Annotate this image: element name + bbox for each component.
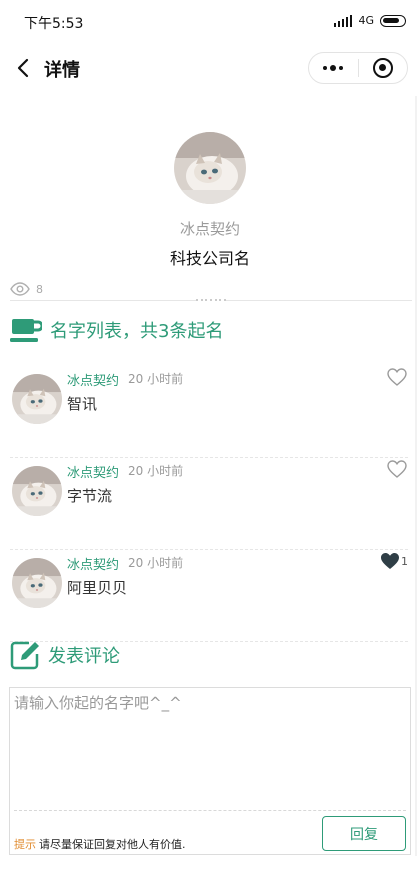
network-type: 4G — [358, 14, 374, 27]
status-indicators: 4G — [334, 14, 406, 27]
like-button[interactable] — [387, 368, 408, 386]
page-title: 详情 — [44, 60, 80, 81]
comment-divider — [14, 810, 406, 811]
heart-icon — [387, 460, 407, 478]
nav-bar: 详情 — [0, 44, 420, 94]
item-name: 字节流 — [67, 487, 113, 505]
close-mini-program-button[interactable] — [359, 53, 408, 83]
views-count: 8 — [36, 282, 43, 296]
heart-icon — [387, 368, 407, 386]
like-button[interactable] — [387, 460, 408, 478]
like-count: 1 — [401, 554, 408, 568]
eye-icon — [10, 282, 30, 296]
comment-section-header: 发表评论 — [10, 640, 120, 670]
signal-icon — [334, 14, 353, 27]
names-section-header: 名字列表，共3条起名 — [10, 316, 223, 344]
company-name: 科技公司名 — [169, 249, 250, 268]
comment-section-title: 发表评论 — [48, 646, 120, 667]
comment-tip: 提示 请尽量保证回复对他人有价值. — [14, 836, 186, 852]
item-name: 智讯 — [67, 395, 98, 413]
profile-author: 冰点契约 — [179, 220, 240, 238]
item-name: 阿里贝贝 — [67, 579, 128, 597]
item-author: 冰点契约 — [67, 374, 120, 389]
avatar — [12, 558, 62, 608]
more-button[interactable] — [309, 53, 358, 83]
item-author: 冰点契约 — [67, 466, 120, 481]
item-time: 20 小时前 — [128, 464, 184, 478]
view-count: 8 — [10, 282, 43, 296]
back-icon[interactable] — [12, 56, 36, 80]
item-time: 20 小时前 — [128, 556, 184, 570]
names-section-title: 名字列表，共3条起名 — [50, 321, 224, 342]
comment-box: 提示请尽量保证回复对他人有价值. 回复 — [9, 687, 411, 855]
divider-dots — [196, 298, 226, 302]
status-time: 下午5:53 — [24, 16, 84, 32]
cup-icon — [10, 319, 42, 342]
avatar — [174, 132, 246, 204]
battery-icon — [380, 14, 406, 27]
item-author: 冰点契约 — [67, 558, 120, 573]
item-time: 20 小时前 — [128, 372, 184, 386]
heart-icon — [381, 553, 399, 569]
avatar — [12, 374, 62, 424]
more-dots-icon — [323, 65, 344, 71]
list-item: 冰点契约 20 小时前 阿里贝贝 1 — [10, 550, 408, 642]
tip-text: 请尽量保证回复对他人有价值. — [39, 838, 186, 851]
target-icon — [372, 58, 393, 78]
mini-program-capsule — [308, 52, 408, 84]
comment-input[interactable] — [14, 692, 406, 802]
like-button[interactable]: 1 — [380, 552, 408, 570]
list-item: 冰点契约 20 小时前智讯 — [10, 366, 408, 458]
list-item: 冰点契约 20 小时前字节流 — [10, 458, 408, 550]
scrollbar-track — [415, 96, 417, 856]
reply-button[interactable]: 回复 — [322, 816, 406, 851]
status-bar: 下午5:53 4G — [0, 0, 420, 44]
avatar — [12, 466, 62, 516]
tip-label: 提示 — [14, 838, 36, 851]
edit-icon — [10, 641, 39, 670]
